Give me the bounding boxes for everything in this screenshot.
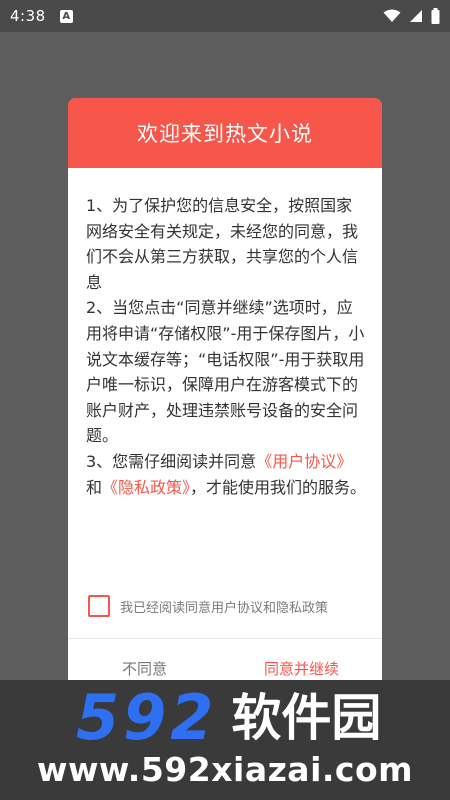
consent-label[interactable]: 我已经阅读同意用户协议和隐私政策 xyxy=(120,597,328,616)
paragraph-3-suffix: ，才能使用我们的服务。 xyxy=(190,477,367,497)
privacy-dialog: 欢迎来到热文小说 1、为了保护您的信息安全，按照国家网络安全有关规定，未经您的同… xyxy=(68,98,382,688)
status-bar: 4:38 A xyxy=(0,0,450,32)
paragraph-2: 2、当您点击“同意并继续”选项时，应用将申请“存储权限”-用于保存图片，小说文本… xyxy=(86,298,365,446)
dialog-title: 欢迎来到热文小说 xyxy=(137,122,313,146)
privacy-policy-link[interactable]: 《隐私政策》 xyxy=(102,478,190,497)
paragraph-3-prefix: 3、您需仔细阅读并同意 xyxy=(86,451,257,471)
status-icons xyxy=(383,8,440,24)
paragraph-3: 3、您需仔细阅读并同意《用户协议》和《隐私政策》，才能使用我们的服务。 xyxy=(86,449,368,500)
user-agreement-link[interactable]: 《用户协议》 xyxy=(256,452,352,471)
battery-icon xyxy=(431,8,440,24)
consent-checkbox[interactable] xyxy=(88,595,110,617)
dialog-body: 1、为了保护您的信息安全，按照国家网络安全有关规定，未经您的同意，我们不会从第三… xyxy=(86,193,368,500)
dialog-header: 欢迎来到热文小说 xyxy=(68,98,382,168)
dialog-divider xyxy=(68,638,382,639)
a-icon: A xyxy=(59,9,73,23)
status-time: 4:38 xyxy=(10,7,46,25)
paragraph-1: 1、为了保护您的信息安全，按照国家网络安全有关规定，未经您的同意，我们不会从第三… xyxy=(86,196,359,292)
consent-row[interactable]: 我已经阅读同意用户协议和隐私政策 xyxy=(88,595,328,617)
watermark-logo: 592 软件园 xyxy=(76,686,381,750)
signal-icon xyxy=(410,10,422,22)
agree-continue-button[interactable]: 同意并继续 xyxy=(264,658,339,679)
watermark-url: www.592xiazai.com xyxy=(36,750,414,789)
disagree-button[interactable]: 不同意 xyxy=(122,658,167,679)
watermark-logo-text: 软件园 xyxy=(231,689,382,747)
watermark-logo-digits: 592 xyxy=(76,681,218,754)
paragraph-3-and: 和 xyxy=(86,477,103,497)
watermark-banner: 592 软件园 www.592xiazai.com xyxy=(0,680,450,800)
wifi-icon xyxy=(383,9,401,22)
